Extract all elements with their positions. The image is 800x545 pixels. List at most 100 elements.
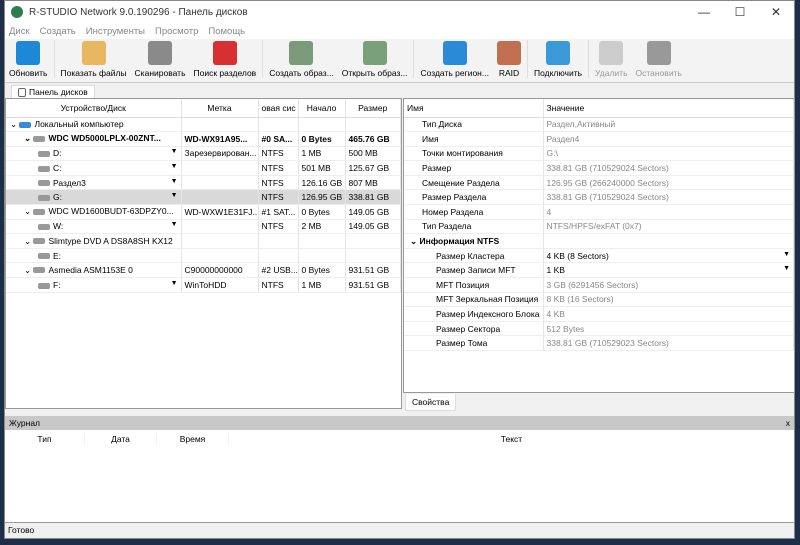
device-row[interactable]: ⌄ Asmedia ASM1153E 0 C90000000000 #2 USB..…	[6, 262, 401, 279]
menu-item[interactable]: Диск	[9, 26, 30, 37]
dropdown-icon[interactable]: ▼	[783, 251, 790, 258]
start-cell: 0 Bytes	[298, 131, 346, 147]
toolbar-icon	[442, 41, 467, 65]
property-name: Размер Раздела	[404, 189, 544, 206]
menu-item[interactable]: Создать	[40, 26, 76, 37]
device-row[interactable]: ⌄ Локальный компьютер	[6, 117, 401, 133]
expand-icon[interactable]: ⌄	[10, 119, 19, 129]
expand-icon[interactable]: ⌄	[24, 133, 33, 143]
size-cell: 465.76 GB	[345, 131, 401, 147]
property-row[interactable]: Размер 338.81 GB (710529024 Sectors)	[404, 160, 794, 176]
column-header[interactable]: Устройство/Диск	[6, 99, 182, 118]
expand-icon[interactable]: ⌄	[24, 206, 33, 216]
col-time[interactable]: Время	[157, 434, 229, 444]
menu-item[interactable]: Помощь	[208, 26, 245, 37]
disk-icon	[33, 209, 46, 216]
menu-item[interactable]: Инструменты	[86, 26, 145, 37]
toolbar-button[interactable]: Поиск разделов	[190, 41, 261, 78]
toolbar-button[interactable]: Остановить	[632, 41, 686, 78]
property-row[interactable]: Тип Диска Раздел,Активный	[404, 117, 794, 133]
device-row[interactable]: Раздел3 ▼ NTFS 126.16 GB 807 MB	[6, 175, 401, 191]
property-row[interactable]: Точки монтирования G:\	[404, 146, 794, 162]
property-row[interactable]: Размер Сектора 512 Bytes	[404, 321, 794, 337]
menu-item[interactable]: Просмотр	[155, 26, 198, 37]
toolbar-button[interactable]: Показать файлы	[57, 41, 131, 78]
label-cell	[181, 233, 259, 249]
property-row[interactable]: Номер Раздела 4	[404, 204, 794, 220]
dropdown-icon[interactable]: ▼	[171, 163, 178, 170]
maximize-button[interactable]: ☐	[722, 5, 758, 19]
device-row[interactable]: ⌄ WDC WD5000LPLX-00ZNT... WD-WX91A95... #0…	[6, 131, 401, 147]
journal-close-button[interactable]: x	[786, 418, 790, 428]
property-value[interactable]: 1 KB ▼	[543, 262, 794, 279]
toolbar-button[interactable]: RAID	[493, 41, 525, 78]
device-row[interactable]: D: ▼ Зарезервирован... NTFS 1 MB 500 MB	[6, 146, 401, 162]
property-value[interactable]: 4 KB (8 Sectors) ▼	[543, 248, 794, 264]
size-cell: 125.67 GB	[345, 160, 401, 176]
device-row[interactable]: ⌄ Slimtype DVD A DS8A8SH KX12	[6, 233, 401, 249]
toolbar-icon	[212, 41, 237, 65]
property-row[interactable]: Тип Раздела NTFS/HPFS/exFAT (0x7)	[404, 219, 794, 235]
property-row[interactable]: Размер Раздела 338.81 GB (710529024 Secto…	[404, 189, 794, 206]
property-row[interactable]: Имя Раздел4	[404, 131, 794, 147]
toolbar-icon	[16, 41, 41, 65]
device-cell: G: ▼	[6, 189, 182, 206]
window-title: R-STUDIO Network 9.0.190296 - Панель дис…	[29, 6, 248, 18]
toolbar-button[interactable]: Создать регион...	[416, 41, 492, 78]
property-name: ⌄ Информация NTFS	[404, 233, 544, 249]
dropdown-icon[interactable]: ▼	[171, 178, 178, 185]
device-row[interactable]: ⌄ WDC WD1600BUDT-63DPZY0... WD-WXW1E31FJ.…	[6, 204, 401, 220]
property-row[interactable]: Размер Кластера 4 KB (8 Sectors) ▼	[404, 248, 794, 264]
col-text[interactable]: Текст	[229, 434, 794, 444]
minimize-button[interactable]: —	[686, 5, 722, 19]
device-row[interactable]: C: ▼ NTFS 501 MB 125.67 GB	[6, 160, 401, 176]
toolbar-label: Поиск разделов	[193, 68, 257, 78]
toolbar-icon	[599, 41, 624, 65]
toolbar-button[interactable]: Сканировать	[131, 41, 190, 78]
toolbar-button[interactable]: Создать образ...	[265, 41, 338, 78]
col-value[interactable]: Значение	[543, 99, 794, 118]
property-group[interactable]: ⌄ Информация NTFS	[404, 233, 794, 249]
toolbar-separator	[53, 40, 55, 78]
dropdown-icon[interactable]: ▼	[171, 280, 178, 287]
col-name[interactable]: Имя	[404, 99, 544, 118]
dropdown-icon[interactable]: ▼	[783, 265, 790, 272]
tab-disk-panel[interactable]: Панель дисков	[11, 85, 95, 98]
toolbar-button[interactable]: Открыть образ...	[338, 41, 412, 78]
property-name: MFT Позиция	[404, 277, 544, 293]
toolbar-button[interactable]: Подключить	[530, 41, 586, 78]
property-row[interactable]: MFT Зеркальная Позиция 8 KB (16 Sectors)	[404, 292, 794, 308]
device-row[interactable]: E:	[6, 248, 401, 264]
toolbar-button[interactable]: Удалить	[591, 41, 631, 78]
property-row[interactable]: Размер Индексного Блока 4 KB	[404, 306, 794, 322]
property-row[interactable]: Размер Тома 338.81 GB (710529023 Sectors)	[404, 335, 794, 351]
column-header[interactable]: Начало	[298, 99, 346, 118]
dropdown-icon[interactable]: ▼	[171, 221, 178, 228]
col-date[interactable]: Дата	[85, 434, 157, 444]
toolbar-button[interactable]: Обновить	[5, 41, 52, 78]
device-row[interactable]: G: ▼ NTFS 126.95 GB 338.81 GB	[6, 189, 401, 206]
tab-properties[interactable]: Свойства	[405, 394, 457, 411]
device-row[interactable]: W: ▼ NTFS 2 MB 149.05 GB	[6, 219, 401, 235]
property-row[interactable]: MFT Позиция 3 GB (6291456 Sectors)	[404, 277, 794, 293]
column-header[interactable]: Размер	[345, 99, 401, 118]
disk-icon	[38, 195, 50, 202]
col-type[interactable]: Тип	[5, 434, 85, 444]
property-row[interactable]: Размер Записи MFT 1 KB ▼	[404, 262, 794, 279]
start-cell: 1 MB	[298, 146, 346, 162]
dropdown-icon[interactable]: ▼	[171, 148, 178, 155]
column-header[interactable]: Метка	[181, 99, 259, 118]
property-value: 338.81 GB (710529024 Sectors)	[543, 189, 794, 206]
close-button[interactable]: ✕	[758, 5, 794, 19]
device-cell: C: ▼	[6, 160, 182, 176]
property-row[interactable]: Смещение Раздела 126.95 GB (266240000 Sec…	[404, 175, 794, 191]
property-value: Раздел,Активный	[543, 117, 794, 133]
expand-icon[interactable]: ⌄	[24, 236, 33, 246]
expand-icon[interactable]: ⌄	[24, 265, 33, 275]
device-row[interactable]: F: ▼ WinToHDD NTFS 1 MB 931.51 GB	[6, 277, 401, 293]
dropdown-icon[interactable]: ▼	[171, 192, 178, 199]
label-cell	[181, 160, 259, 176]
toolbar-separator	[262, 40, 264, 78]
column-header[interactable]: овая сис	[258, 99, 299, 118]
computer-icon	[19, 121, 32, 128]
